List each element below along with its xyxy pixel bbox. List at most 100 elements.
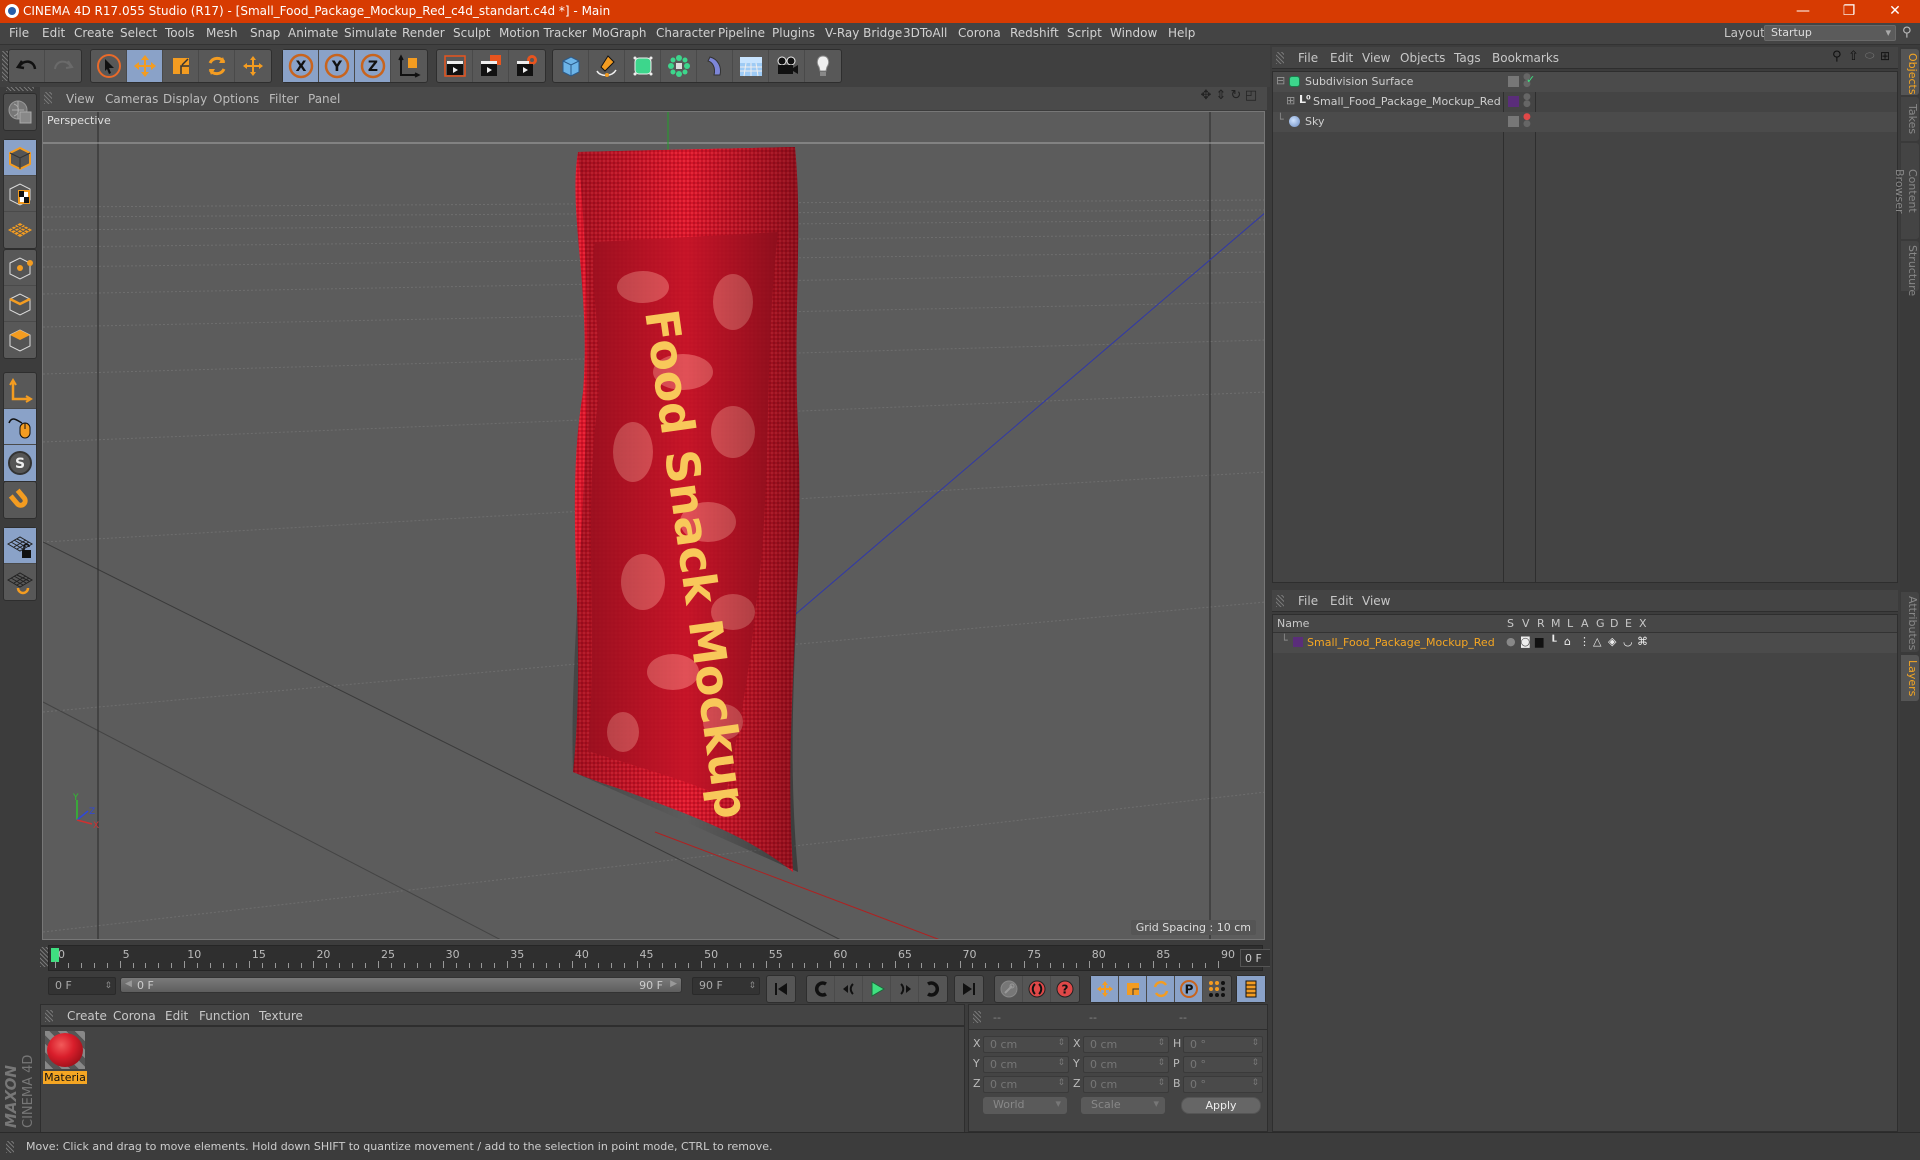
- column-xref[interactable]: X: [1639, 617, 1647, 630]
- animation-toggle-icon[interactable]: ⋮: [1579, 635, 1590, 648]
- motion-clip-icon[interactable]: [995, 976, 1023, 1002]
- subdivision-icon[interactable]: [625, 50, 661, 82]
- tab-attributes[interactable]: Attributes: [1901, 592, 1919, 652]
- object-row[interactable]: ⊟ Subdivision Surface ● ● ✓: [1273, 72, 1897, 92]
- size-x-field[interactable]: 0 cm: [1083, 1036, 1169, 1053]
- undo-icon[interactable]: [9, 50, 45, 82]
- menu-plugins[interactable]: Plugins: [772, 26, 815, 40]
- home-icon[interactable]: ⇧: [1848, 49, 1859, 64]
- keyframe-selection-icon[interactable]: ?: [1051, 976, 1079, 1002]
- rotation-p-field[interactable]: 0 °: [1183, 1056, 1263, 1073]
- object-menu-objects[interactable]: Objects: [1400, 51, 1445, 65]
- viewport-menu-filter[interactable]: Filter: [269, 92, 299, 106]
- menu-corona[interactable]: Corona: [958, 26, 1001, 40]
- redo-icon[interactable]: [45, 50, 81, 82]
- object-menu-view[interactable]: View: [1362, 51, 1390, 65]
- expressions-toggle-icon[interactable]: ◡: [1623, 635, 1633, 648]
- menu-create[interactable]: Create: [74, 26, 114, 40]
- menu-file[interactable]: File: [9, 26, 29, 40]
- layer-color-swatch[interactable]: [1508, 96, 1519, 107]
- menu-pipeline[interactable]: Pipeline: [718, 26, 765, 40]
- column-render[interactable]: R: [1537, 617, 1545, 630]
- play-icon[interactable]: [863, 976, 891, 1002]
- rotation-b-field[interactable]: 0 °: [1183, 1076, 1263, 1093]
- palette-grip[interactable]: [6, 87, 34, 91]
- y-axis-icon[interactable]: Y: [319, 50, 355, 82]
- close-button[interactable]: ✕: [1872, 0, 1918, 23]
- range-left-arrow[interactable]: ◀: [125, 979, 132, 989]
- maximize-view-icon[interactable]: ◰: [1244, 89, 1258, 103]
- light-icon[interactable]: [805, 50, 841, 82]
- model-mode-icon[interactable]: [4, 140, 36, 176]
- menu-sculpt[interactable]: Sculpt: [453, 26, 490, 40]
- column-name[interactable]: Name: [1277, 617, 1309, 630]
- lock-toggle-icon[interactable]: ⌂: [1564, 635, 1571, 648]
- coordinate-system-icon[interactable]: [391, 50, 427, 82]
- layer-color-swatch[interactable]: [1293, 637, 1303, 647]
- menu-mograph[interactable]: MoGraph: [592, 26, 647, 40]
- viewport-menu-view[interactable]: View: [66, 92, 94, 106]
- render-picture-viewer-icon[interactable]: [473, 50, 509, 82]
- position-x-field[interactable]: 0 cm: [983, 1036, 1069, 1053]
- collapse-icon[interactable]: ⊟: [1276, 74, 1285, 87]
- layer-grip[interactable]: [1276, 595, 1284, 607]
- dolly-icon[interactable]: ⇕: [1214, 89, 1228, 103]
- layer-swatch-empty[interactable]: [1508, 76, 1519, 87]
- edges-mode-icon[interactable]: [4, 286, 36, 322]
- menu-edit[interactable]: Edit: [42, 26, 65, 40]
- size-y-field[interactable]: 0 cm: [1083, 1056, 1169, 1073]
- pen-icon[interactable]: [589, 50, 625, 82]
- timeline-icon[interactable]: [1237, 976, 1265, 1002]
- size-mode-dropdown[interactable]: Scale: [1081, 1097, 1165, 1114]
- visibility-dots[interactable]: ● ●: [1523, 113, 1531, 129]
- layer-menu-edit[interactable]: Edit: [1330, 594, 1353, 608]
- column-solo[interactable]: S: [1507, 617, 1514, 630]
- menu-help[interactable]: Help: [1168, 26, 1195, 40]
- layer-row[interactable]: └ Small_Food_Package_Mockup_Red ● ◙ ▆ ┖ …: [1273, 633, 1897, 653]
- move-icon[interactable]: [127, 50, 163, 82]
- material-item[interactable]: Materia: [43, 1029, 87, 1085]
- end-frame-field[interactable]: 90 F: [692, 977, 760, 995]
- solo-icon[interactable]: S: [4, 445, 36, 481]
- column-manager[interactable]: M: [1551, 617, 1561, 630]
- menu-vray-bridge[interactable]: V-Ray Bridge: [825, 26, 902, 40]
- z-axis-icon[interactable]: Z: [355, 50, 391, 82]
- menu-render[interactable]: Render: [402, 26, 445, 40]
- menu-animate[interactable]: Animate: [288, 26, 338, 40]
- key-parameter-icon[interactable]: P: [1175, 976, 1203, 1002]
- scale-icon[interactable]: [163, 50, 199, 82]
- rotation-h-field[interactable]: 0 °: [1183, 1036, 1263, 1053]
- menu-snap[interactable]: Snap: [250, 26, 280, 40]
- polygons-mode-icon[interactable]: [4, 322, 36, 358]
- column-expressions[interactable]: E: [1625, 617, 1632, 630]
- material-menu-function[interactable]: Function: [199, 1009, 250, 1023]
- column-view[interactable]: V: [1522, 617, 1530, 630]
- viewport-menu-panel[interactable]: Panel: [308, 92, 340, 106]
- layer-swatch-empty[interactable]: [1508, 116, 1519, 127]
- make-editable-icon[interactable]: [4, 94, 36, 130]
- camera-icon[interactable]: [769, 50, 805, 82]
- go-to-end-icon[interactable]: [955, 976, 983, 1002]
- position-y-field[interactable]: 0 cm: [983, 1056, 1069, 1073]
- position-z-field[interactable]: 0 cm: [983, 1076, 1069, 1093]
- solo-toggle-icon[interactable]: ●: [1506, 635, 1516, 648]
- menu-3dtoall[interactable]: 3DToAll: [903, 26, 947, 40]
- tab-layers[interactable]: Layers: [1901, 655, 1919, 701]
- manager-toggle-icon[interactable]: ┖: [1550, 635, 1557, 648]
- orbit-icon[interactable]: ↻: [1229, 89, 1243, 103]
- expand-icon[interactable]: ⊞: [1286, 94, 1295, 107]
- key-position-icon[interactable]: [1091, 976, 1119, 1002]
- object-grip[interactable]: [1276, 52, 1284, 64]
- layer-menu-file[interactable]: File: [1298, 594, 1318, 608]
- object-menu-file[interactable]: File: [1298, 51, 1318, 65]
- range-right-arrow[interactable]: ▶: [670, 979, 677, 989]
- 3d-viewport[interactable]: Food Snack Mockup Y Z X Perspective Grid…: [42, 111, 1265, 940]
- menu-select[interactable]: Select: [120, 26, 157, 40]
- render-toggle-icon[interactable]: ▆: [1535, 635, 1543, 648]
- key-pla-icon[interactable]: [1203, 976, 1231, 1002]
- tab-structure[interactable]: Structure: [1901, 241, 1919, 296]
- material-grip[interactable]: [45, 1010, 53, 1022]
- select-icon[interactable]: [91, 50, 127, 82]
- deformers-toggle-icon[interactable]: ◈: [1608, 635, 1616, 648]
- column-locked[interactable]: L: [1567, 617, 1573, 630]
